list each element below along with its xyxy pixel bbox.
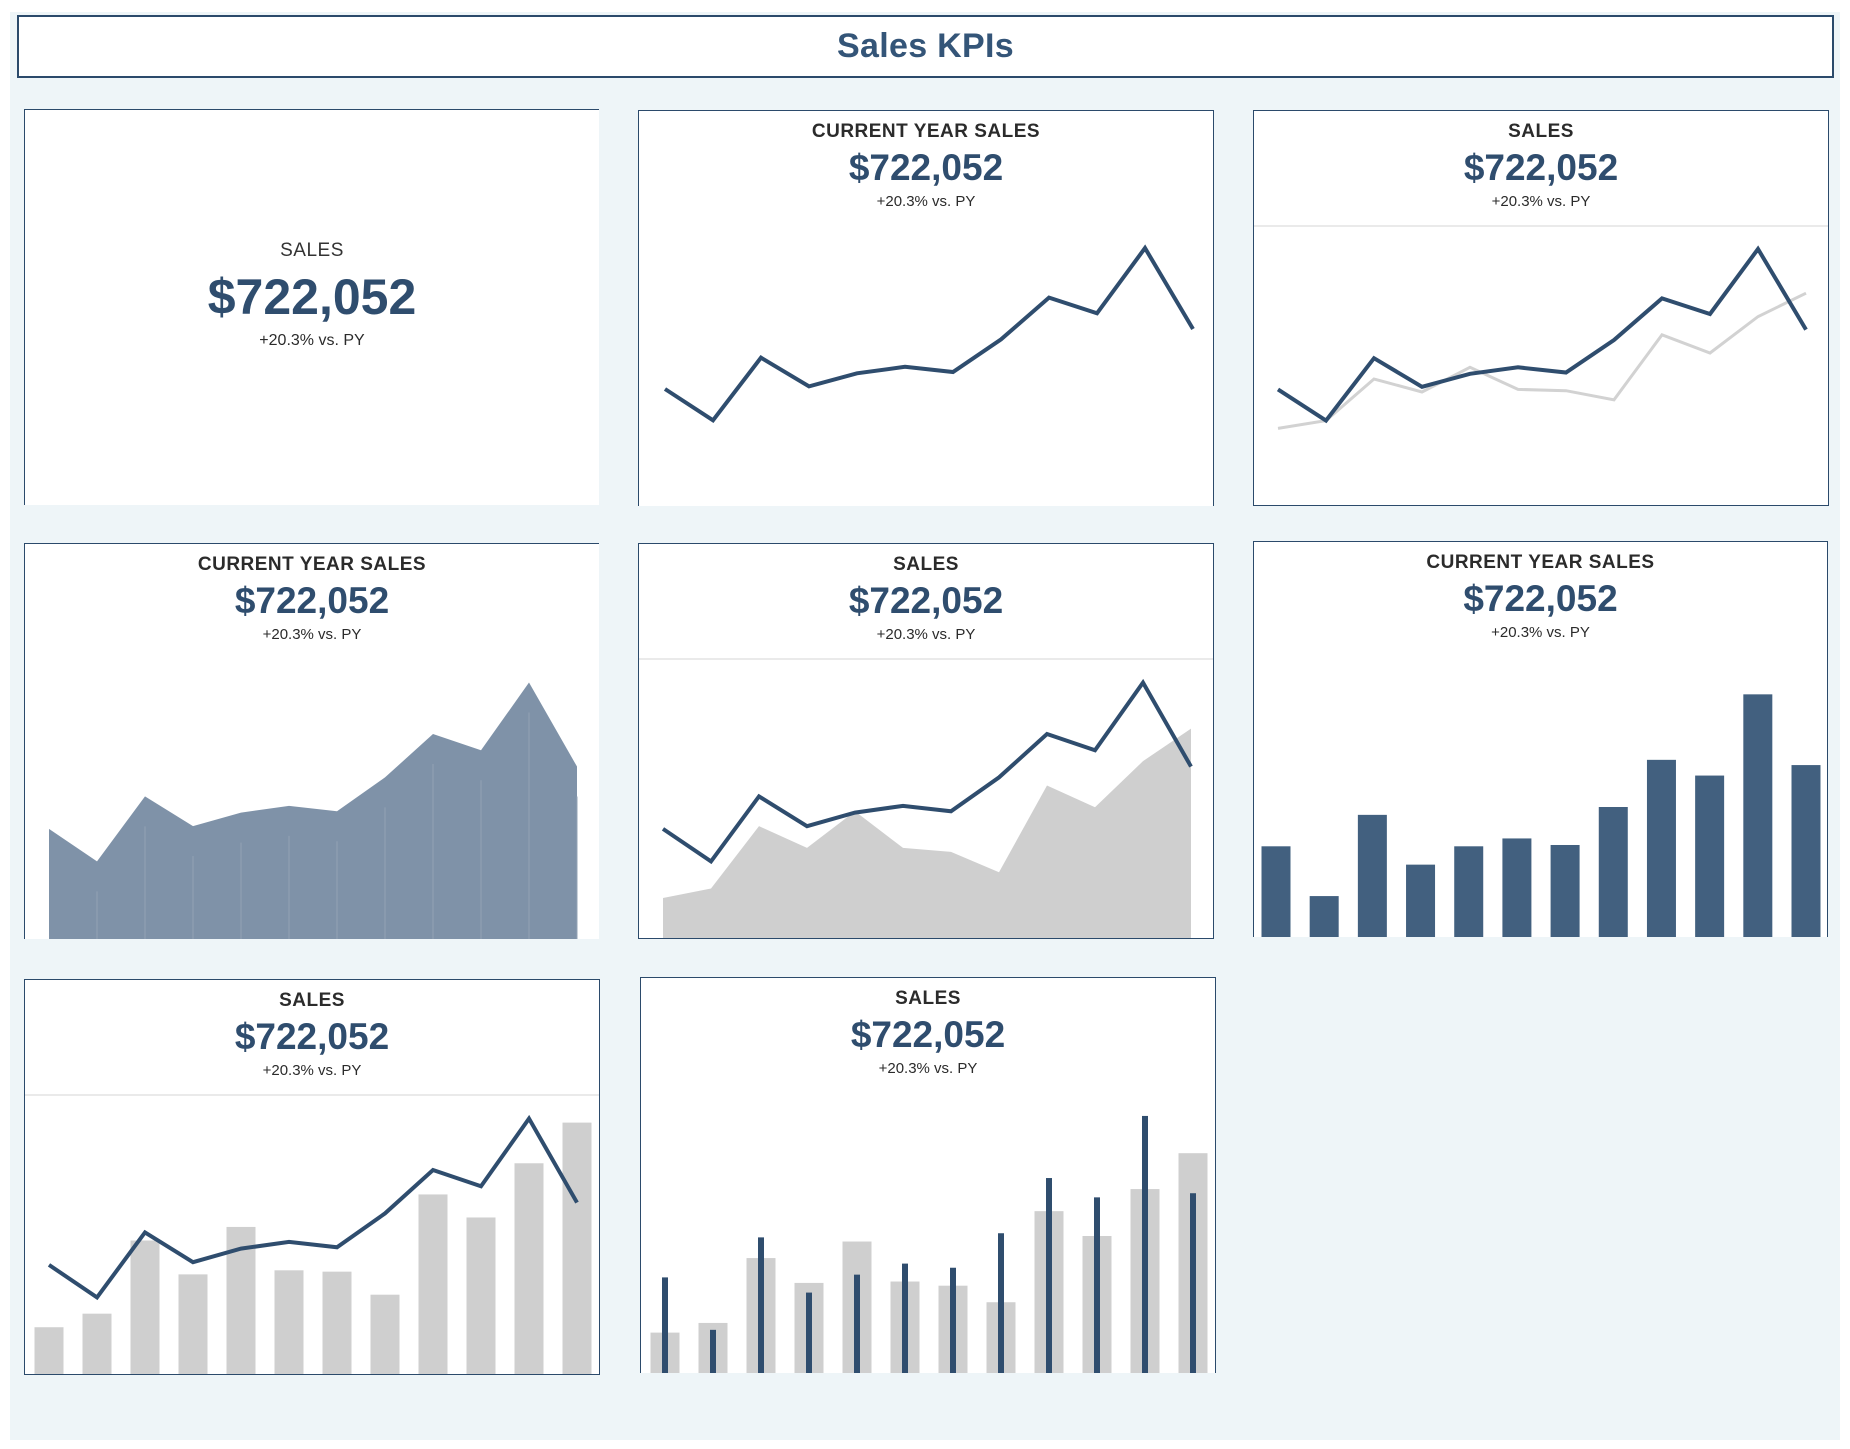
current-year-bar [1550,844,1580,937]
current-year-bar [1309,896,1339,937]
kpi-card-sales-line-vs-py[interactable]: SALES $722,052 +20.3% vs. PY [1253,110,1829,506]
kpi-card-cy-bars[interactable]: CURRENT YEAR SALES $722,052 +20.3% vs. P… [1253,541,1828,937]
current-year-bar [1743,694,1773,937]
prior-year-bar [514,1163,544,1374]
current-year-bar [806,1292,812,1373]
current-year-bar [1046,1178,1052,1373]
kpi-card-sales-bar-in-bar[interactable]: SALES $722,052 +20.3% vs. PY [640,977,1216,1373]
current-year-bar [998,1233,1004,1373]
current-year-bar [1190,1193,1196,1373]
prior-year-line [1277,291,1807,430]
sparkline-chart [1254,225,1828,430]
current-year-bar [1261,846,1291,937]
prior-year-bar [274,1270,304,1374]
current-year-bar [1502,838,1532,937]
prior-year-bar [34,1327,64,1374]
current-year-area [49,682,577,939]
current-year-line [663,244,1195,423]
kpi-card-cy-line[interactable]: CURRENT YEAR SALES $722,052 +20.3% vs. P… [638,110,1214,506]
prior-year-bar [178,1274,208,1374]
current-year-bar [758,1237,764,1373]
current-year-bar [1406,864,1436,937]
current-year-bar [1454,846,1484,937]
current-year-bar [950,1267,956,1373]
dashboard-title: Sales KPIs [17,15,1834,78]
kpi-delta: +20.3% vs. PY [259,332,365,349]
sparkline-chart [639,658,1213,938]
current-year-bar [1094,1197,1100,1373]
sparkline-chart [663,244,1195,423]
prior-year-bar [82,1313,112,1374]
current-year-bar [1646,759,1676,937]
prior-year-bar [562,1122,592,1374]
prior-year-bar [370,1294,400,1374]
sparkline-chart [49,682,578,939]
current-year-bar [1791,765,1821,937]
current-year-bar [854,1274,860,1373]
sparkline-chart [25,1094,599,1374]
prior-year-bar [466,1217,496,1374]
current-year-bar [1598,807,1628,937]
current-year-line [47,1114,579,1301]
kpi-card-sales-area-vs-py[interactable]: SALES $722,052 +20.3% vs. PY [638,543,1214,939]
kpi-value: $722,052 [207,269,417,325]
current-year-bar [1695,775,1725,937]
current-year-bar [1357,814,1387,937]
sparkline-chart [1261,694,1821,937]
current-year-bar [902,1263,908,1373]
prior-year-bar [130,1240,160,1374]
kpi-label: SALES [280,240,344,261]
kpi-card-cy-area[interactable]: CURRENT YEAR SALES $722,052 +20.3% vs. P… [24,543,599,939]
kpi-card-sales-text[interactable]: SALES $722,052 +20.3% vs. PY [24,109,599,505]
sparkline-chart [650,1115,1208,1373]
current-year-bar [710,1329,716,1373]
kpi-card-sales-bar-line[interactable]: SALES $722,052 +20.3% vs. PY [24,979,600,1375]
prior-year-bar [322,1271,352,1374]
current-year-bar [1142,1115,1148,1373]
prior-year-bar [418,1194,448,1374]
current-year-bar [662,1277,668,1373]
prior-year-area [663,728,1191,938]
